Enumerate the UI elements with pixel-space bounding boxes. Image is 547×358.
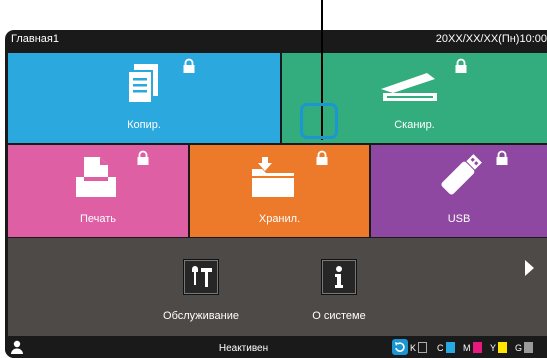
lock-icon xyxy=(316,150,328,165)
ink-g: G xyxy=(515,342,534,353)
ink-k-letter: K xyxy=(410,343,417,353)
system-info-button[interactable]: О системе xyxy=(279,259,399,322)
lock-icon xyxy=(183,58,195,73)
lock-icon xyxy=(455,58,467,73)
ink-y-level xyxy=(498,342,508,353)
scanner-icon xyxy=(381,73,437,101)
ink-k: K xyxy=(410,342,428,353)
maintenance-button[interactable]: Обслуживание xyxy=(141,259,261,322)
ink-m: M xyxy=(463,342,482,353)
print-tile[interactable]: Печать xyxy=(8,145,188,237)
control-panel-screen: Главная1 20XX/XX/XX(Пн)10:00 Копир. Скан… xyxy=(5,30,547,358)
print-label: Печать xyxy=(79,213,117,225)
ink-g-letter: G xyxy=(515,343,523,353)
ink-c-letter: C xyxy=(437,343,444,353)
copy-tile[interactable]: Копир. xyxy=(8,53,280,143)
ink-y: Y xyxy=(490,342,508,353)
ink-c: C xyxy=(437,342,455,353)
maintenance-icon xyxy=(183,259,219,295)
lock-icon xyxy=(137,150,149,165)
tools-panel: Обслуживание О системе xyxy=(8,238,547,336)
maintenance-label: Обслуживание xyxy=(163,310,239,322)
machine-status: Неактивен xyxy=(218,343,269,354)
usb-drive-icon xyxy=(441,154,482,195)
ink-c-level xyxy=(445,342,455,353)
ink-k-level xyxy=(418,342,428,353)
lock-highlight-callout xyxy=(300,103,338,139)
bottom-status-bar: Неактивен K C M Y G xyxy=(5,336,547,358)
ink-m-letter: M xyxy=(463,343,471,353)
ink-m-level xyxy=(472,342,482,353)
print-icon xyxy=(76,157,116,197)
copy-icon xyxy=(127,64,158,104)
next-page-arrow-icon[interactable] xyxy=(525,260,534,276)
date-time: 20XX/XX/XX(Пн)10:00 xyxy=(435,33,547,45)
status-bar: Главная1 20XX/XX/XX(Пн)10:00 xyxy=(5,30,547,48)
storage-folder-icon xyxy=(252,157,294,197)
storage-tile[interactable]: Хранил. xyxy=(190,145,369,237)
home-title: Главная1 xyxy=(11,33,59,45)
ink-g-level xyxy=(524,342,534,353)
system-label: О системе xyxy=(312,310,366,322)
copy-label: Копир. xyxy=(127,119,161,131)
usb-tile[interactable]: USB xyxy=(371,145,547,237)
ink-refresh-icon xyxy=(392,339,408,355)
info-icon xyxy=(321,259,357,295)
lock-icon xyxy=(496,150,508,165)
ink-y-letter: Y xyxy=(490,343,497,353)
storage-label: Хранил. xyxy=(258,213,301,225)
usb-label: USB xyxy=(447,213,471,225)
